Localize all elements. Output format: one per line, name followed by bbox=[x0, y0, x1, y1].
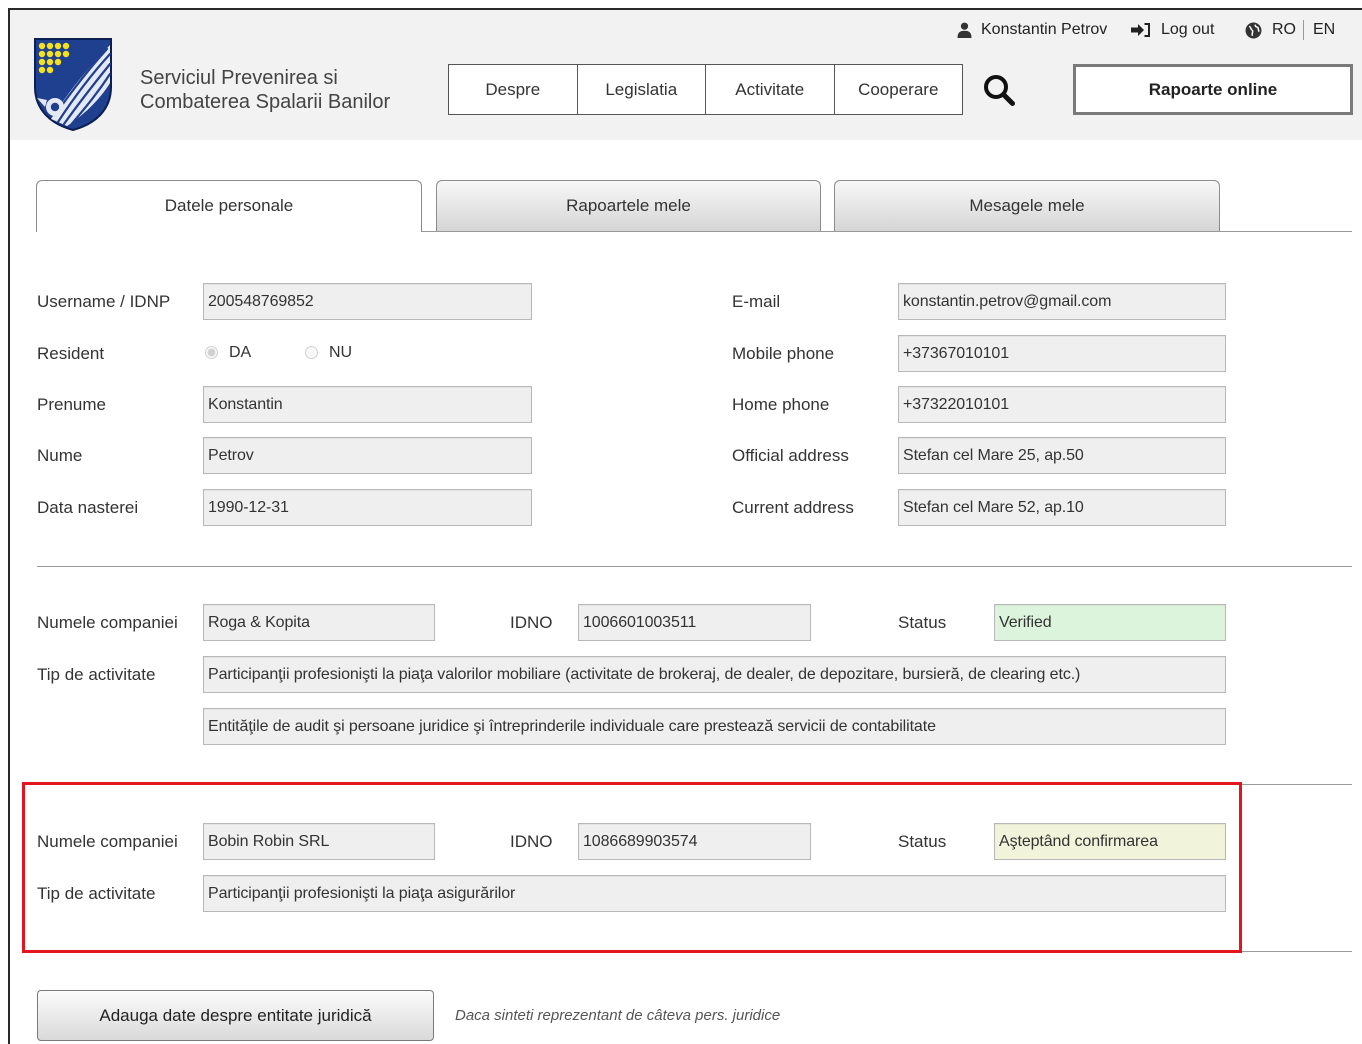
resident-nu-radio[interactable] bbox=[305, 346, 318, 359]
username-label: Username / IDNP bbox=[37, 292, 171, 311]
resident-nu-label: NU bbox=[329, 344, 353, 361]
username-input[interactable] bbox=[203, 283, 532, 320]
section-divider bbox=[37, 566, 1352, 567]
org-name[interactable]: Serviciul Prevenirea si Combaterea Spala… bbox=[140, 66, 390, 114]
language-ro[interactable]: RO bbox=[1272, 21, 1296, 39]
tab-my-messages[interactable]: Mesagele mele bbox=[834, 180, 1220, 231]
home-phone-label: Home phone bbox=[732, 395, 830, 414]
first-name-input[interactable] bbox=[203, 386, 532, 423]
org-name-line-2: Combaterea Spalarii Banilor bbox=[140, 91, 391, 113]
official-address-label: Official address bbox=[732, 446, 849, 465]
user-name[interactable]: Konstantin Petrov bbox=[981, 21, 1107, 39]
activity-type-label: Tip de activitate bbox=[37, 884, 156, 903]
mobile-phone-label: Mobile phone bbox=[732, 344, 835, 363]
resident-da-radio[interactable] bbox=[205, 346, 218, 359]
main-nav: Despre Legislatia Activitate Cooperare bbox=[448, 64, 963, 115]
company-name-label: Numele companiei bbox=[37, 613, 178, 632]
activity-type-input[interactable] bbox=[203, 656, 1226, 693]
company-idno-input[interactable] bbox=[578, 823, 811, 860]
nav-item-legislatia[interactable]: Legislatia bbox=[576, 65, 706, 114]
mobile-phone-input[interactable] bbox=[898, 335, 1226, 372]
search-icon[interactable] bbox=[982, 73, 1016, 107]
company-idno-label: IDNO bbox=[510, 613, 553, 632]
official-address-input[interactable] bbox=[898, 437, 1226, 474]
online-reports-button[interactable]: Rapoarte online bbox=[1073, 64, 1353, 115]
company-status-label: Status bbox=[898, 832, 947, 851]
birth-date-input[interactable] bbox=[203, 489, 532, 526]
birth-date-label: Data nasterei bbox=[37, 498, 139, 517]
logout-link[interactable]: Log out bbox=[1161, 21, 1214, 39]
company-name-label: Numele companiei bbox=[37, 832, 178, 851]
nav-item-activitate[interactable]: Activitate bbox=[705, 65, 834, 114]
globe-icon bbox=[1245, 22, 1262, 39]
company-status-field[interactable] bbox=[994, 604, 1226, 641]
add-legal-entity-button[interactable]: Adauga date despre entitate juridică bbox=[37, 990, 434, 1041]
section-divider bbox=[37, 784, 1352, 785]
nav-item-cooperare[interactable]: Cooperare bbox=[833, 65, 963, 114]
section-divider bbox=[37, 951, 1352, 952]
org-name-line-1: Serviciul Prevenirea si bbox=[140, 67, 338, 89]
user-icon bbox=[957, 22, 972, 38]
resident-label: Resident bbox=[37, 344, 105, 363]
home-phone-input[interactable] bbox=[898, 386, 1226, 423]
company-status-label: Status bbox=[898, 613, 947, 632]
resident-da-label: DA bbox=[229, 344, 252, 361]
email-input[interactable] bbox=[898, 283, 1226, 320]
first-name-label: Prenume bbox=[37, 395, 106, 414]
tab-personal-data[interactable]: Datele personale bbox=[36, 180, 422, 232]
company-idno-input[interactable] bbox=[578, 604, 811, 641]
language-en[interactable]: EN bbox=[1313, 21, 1335, 39]
last-name-input[interactable] bbox=[203, 437, 532, 474]
activity-type-input[interactable] bbox=[203, 875, 1226, 912]
company-status-field[interactable] bbox=[994, 823, 1226, 860]
tab-bar-line bbox=[421, 231, 1352, 232]
email-label: E-mail bbox=[732, 292, 781, 311]
company-idno-label: IDNO bbox=[510, 832, 553, 851]
last-name-label: Nume bbox=[37, 446, 83, 465]
site-logo[interactable] bbox=[33, 37, 113, 132]
language-separator bbox=[1303, 20, 1304, 40]
activity-type-label: Tip de activitate bbox=[37, 665, 156, 684]
company-name-input[interactable] bbox=[203, 823, 435, 860]
shield-logo-icon bbox=[34, 38, 112, 132]
activity-type-input[interactable] bbox=[203, 708, 1226, 745]
tab-my-reports[interactable]: Rapoartele mele bbox=[436, 180, 821, 231]
current-address-input[interactable] bbox=[898, 489, 1226, 526]
add-legal-entity-hint: Daca sinteti reprezentant de câteva pers… bbox=[455, 1007, 781, 1024]
current-address-label: Current address bbox=[732, 498, 854, 517]
company-name-input[interactable] bbox=[203, 604, 435, 641]
logout-icon[interactable] bbox=[1130, 22, 1151, 38]
nav-item-despre[interactable]: Despre bbox=[449, 65, 577, 114]
